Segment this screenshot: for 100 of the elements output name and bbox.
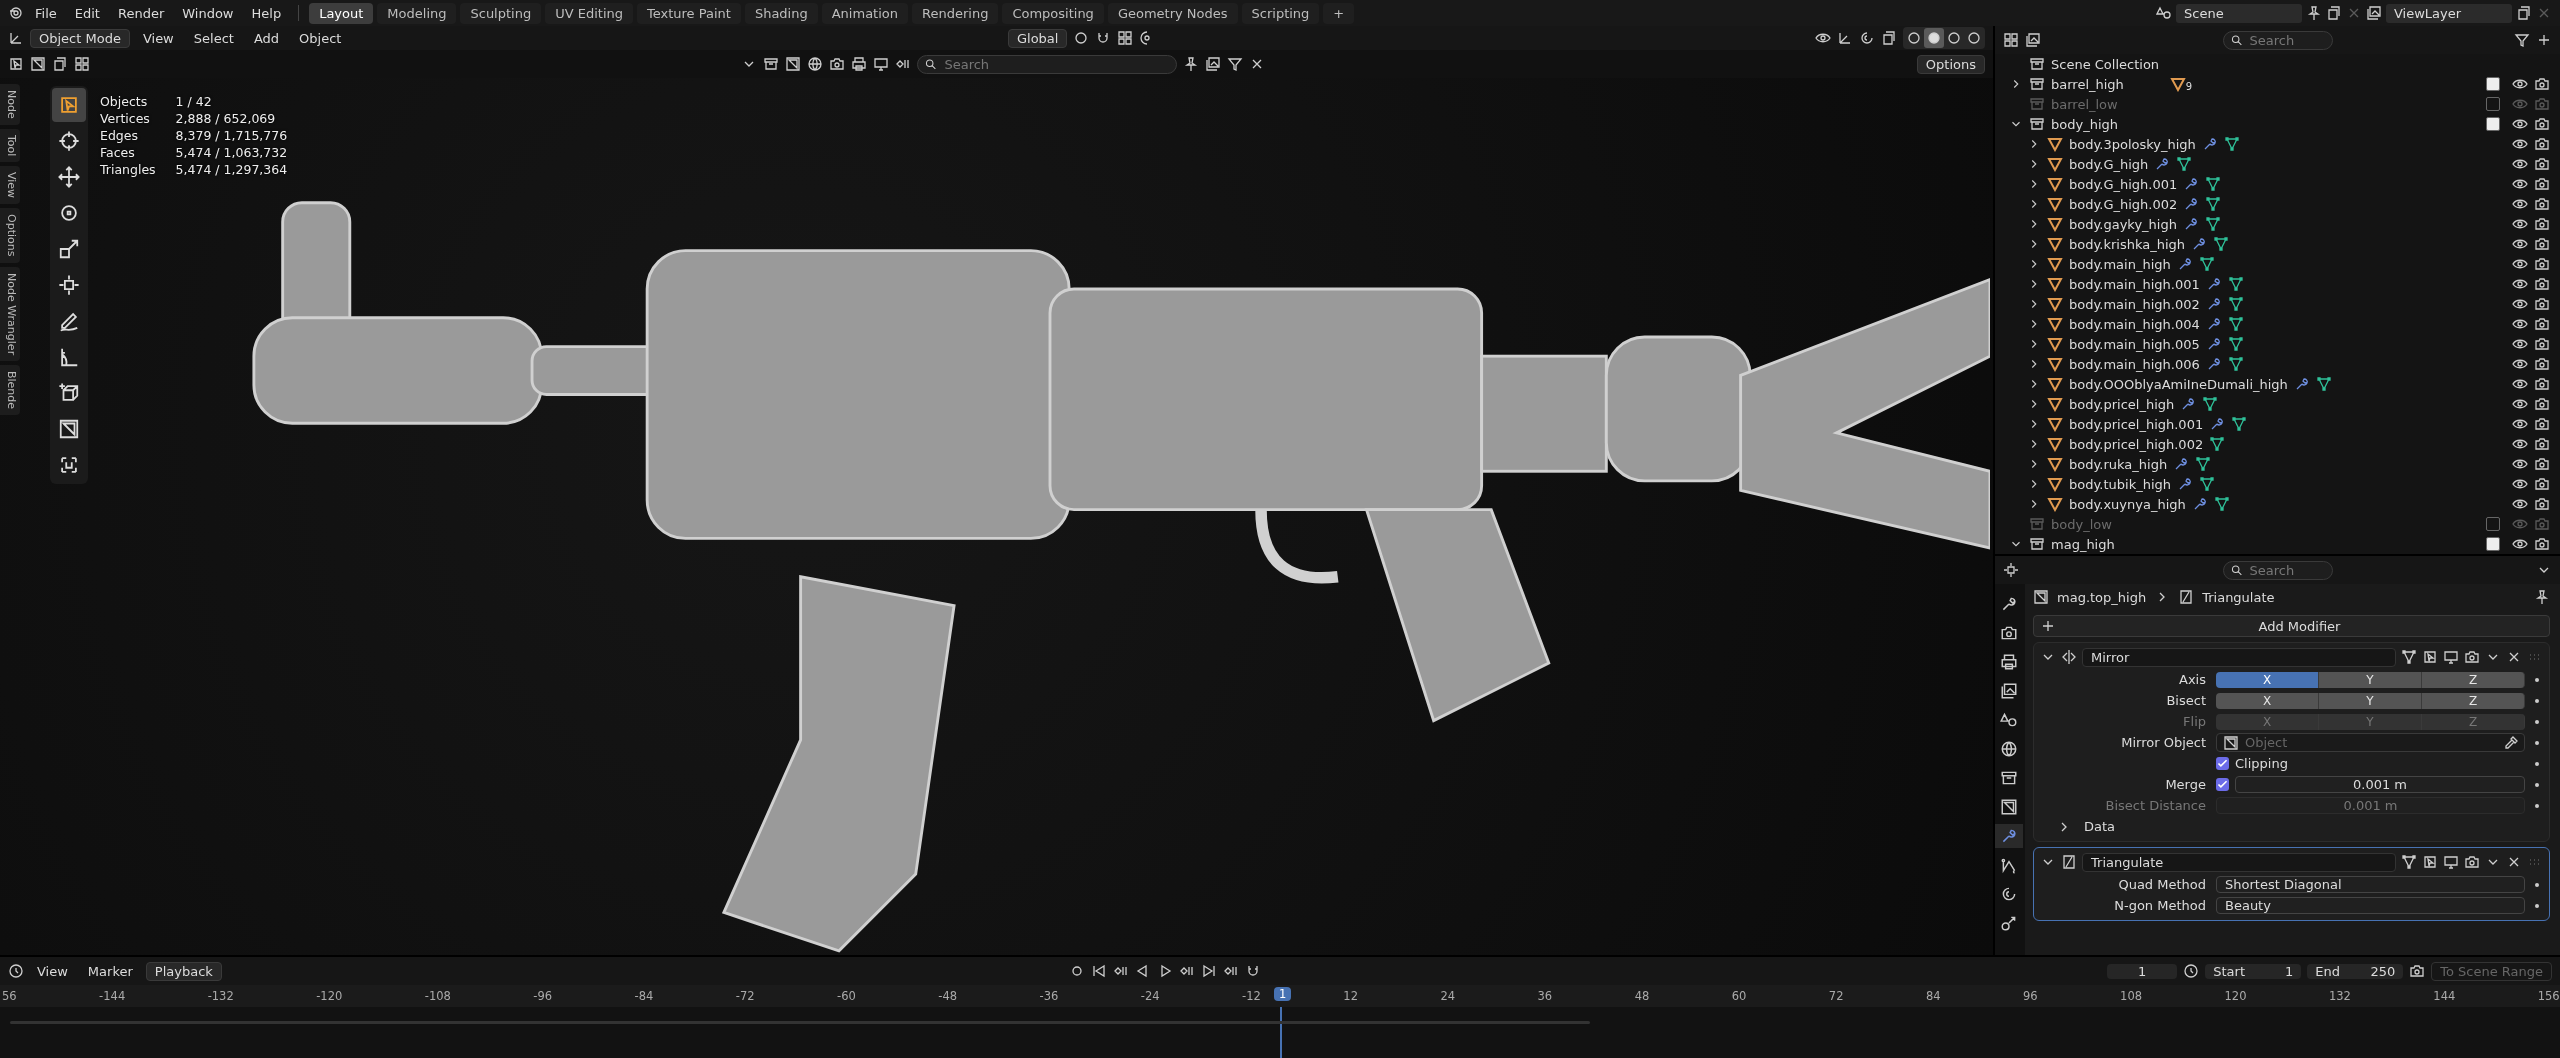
search-field[interactable]: Search bbox=[2222, 560, 2333, 580]
tree-item[interactable]: barrel_high bbox=[2051, 76, 2124, 92]
view-layer-icon[interactable] bbox=[2366, 5, 2382, 21]
camera-icon[interactable] bbox=[2534, 136, 2550, 152]
subpanel-title[interactable]: Data bbox=[2082, 819, 2116, 834]
workspace-tab[interactable]: Modeling bbox=[377, 2, 457, 24]
camera-icon[interactable] bbox=[2534, 256, 2550, 272]
tree-item[interactable]: body.main_high bbox=[2069, 256, 2171, 272]
playback-icon[interactable] bbox=[1090, 963, 1107, 979]
camera-icon[interactable] bbox=[2534, 196, 2550, 212]
object-field[interactable]: Object bbox=[2216, 733, 2525, 752]
clock-icon[interactable] bbox=[2183, 963, 2200, 979]
workspace-tab[interactable]: Animation bbox=[821, 2, 908, 24]
camera-icon[interactable] bbox=[2534, 496, 2550, 512]
add-workspace-button[interactable]: + bbox=[1323, 2, 1355, 24]
sidebar-tab[interactable]: Node bbox=[0, 84, 20, 125]
overlay-icon[interactable] bbox=[1859, 30, 1875, 46]
tree-item[interactable]: body_high bbox=[2051, 116, 2118, 132]
editor-type-icon[interactable] bbox=[2003, 562, 2019, 578]
mesh-data-icon[interactable] bbox=[2205, 176, 2222, 192]
menu-item[interactable]: Edit bbox=[67, 3, 107, 23]
search-field[interactable]: Search bbox=[2222, 30, 2333, 50]
mesh-data-icon[interactable] bbox=[2209, 436, 2226, 452]
filter-toggle-icon[interactable] bbox=[829, 56, 846, 72]
mesh-data-icon[interactable] bbox=[2202, 396, 2219, 412]
checkbox[interactable] bbox=[2216, 778, 2229, 791]
gizmo-icon[interactable] bbox=[1837, 30, 1853, 46]
filter-icon[interactable] bbox=[1227, 56, 1244, 72]
pivot-icon[interactable] bbox=[1073, 30, 1090, 46]
filter-toggle-icon[interactable] bbox=[873, 56, 890, 72]
number-field[interactable]: 0.001 m bbox=[2235, 776, 2525, 793]
checkbox[interactable] bbox=[2216, 757, 2229, 770]
start-frame-field[interactable]: Start 1 bbox=[2205, 963, 2302, 979]
tree-item[interactable]: body_low bbox=[2051, 516, 2112, 532]
camera-icon[interactable] bbox=[2534, 356, 2550, 372]
tree-item[interactable]: body.main_high.005 bbox=[2069, 336, 2200, 352]
camera-icon[interactable] bbox=[2534, 456, 2550, 472]
camera-icon[interactable] bbox=[2534, 316, 2550, 332]
scene-icon[interactable] bbox=[2156, 5, 2172, 21]
tree-item[interactable]: body.tubik_high bbox=[2069, 476, 2171, 492]
workspace-tab[interactable]: Texture Paint bbox=[637, 2, 741, 24]
workspace-tab[interactable]: UV Editing bbox=[545, 2, 633, 24]
camera-icon[interactable] bbox=[2534, 376, 2550, 392]
mesh-data-icon[interactable] bbox=[2223, 136, 2240, 152]
mesh-data-icon[interactable] bbox=[2199, 476, 2215, 492]
wrench-icon[interactable] bbox=[2180, 396, 2197, 412]
menu-item[interactable]: Window bbox=[175, 3, 241, 23]
camera-icon[interactable] bbox=[2464, 649, 2480, 665]
select-mode-icon[interactable] bbox=[74, 56, 90, 72]
camera-icon[interactable] bbox=[2534, 396, 2550, 412]
tree-item[interactable]: body.ruka_high bbox=[2069, 456, 2168, 472]
camera-icon[interactable] bbox=[2534, 176, 2550, 192]
axis-toggle[interactable]: Z bbox=[2422, 692, 2525, 709]
select-mode-icon[interactable] bbox=[30, 56, 46, 72]
editor-type-icon[interactable] bbox=[8, 963, 24, 979]
checkbox[interactable] bbox=[2486, 517, 2500, 531]
tree-item[interactable]: body.3polosky_high bbox=[2069, 136, 2196, 152]
mesh-data-icon[interactable] bbox=[2227, 316, 2244, 332]
camera-icon[interactable] bbox=[2534, 156, 2550, 172]
dropdown[interactable]: Beauty bbox=[2216, 897, 2525, 914]
menu-item[interactable]: Render bbox=[110, 3, 172, 23]
current-frame-field[interactable]: 1 bbox=[2107, 963, 2178, 979]
wrench-icon[interactable] bbox=[2177, 476, 2193, 492]
tree-item[interactable]: body.krishka_high bbox=[2069, 236, 2186, 252]
wrench-icon[interactable] bbox=[2183, 176, 2200, 192]
filter-toggle-icon[interactable] bbox=[785, 56, 802, 72]
camera-icon[interactable] bbox=[2534, 76, 2550, 92]
mesh-data-icon[interactable] bbox=[2227, 356, 2244, 372]
sidebar-tab[interactable]: Node Wrangler bbox=[0, 266, 20, 361]
tree-item[interactable]: body.main_high.006 bbox=[2069, 356, 2200, 372]
tree-item[interactable]: body.main_high.004 bbox=[2069, 316, 2200, 332]
checkbox[interactable] bbox=[2486, 537, 2500, 551]
tree-item[interactable]: body.G_high.001 bbox=[2069, 176, 2178, 192]
workspace-tab[interactable]: Sculpting bbox=[460, 2, 542, 24]
modifier-icon[interactable] bbox=[1995, 824, 2023, 848]
filter-toggle-icon[interactable] bbox=[807, 56, 824, 72]
tree-item[interactable]: barrel_low bbox=[2051, 96, 2118, 112]
select-mode-icon[interactable] bbox=[8, 56, 24, 72]
tree-item[interactable]: body.OOOblyaAmiIneDumali_high bbox=[2069, 376, 2288, 392]
scene-field[interactable]: Scene bbox=[2176, 3, 2302, 23]
workspace-tab[interactable]: Layout bbox=[309, 2, 374, 24]
mesh-data-icon[interactable] bbox=[2227, 296, 2244, 312]
filter-icon[interactable] bbox=[2514, 32, 2530, 48]
axis-toggle[interactable]: Z bbox=[2422, 671, 2525, 688]
modifier-name-field[interactable]: Triangulate bbox=[2082, 852, 2396, 872]
xray-icon[interactable] bbox=[1881, 30, 1897, 46]
tree-item[interactable]: body.gayky_high bbox=[2069, 216, 2177, 232]
playback-dropdown[interactable]: Playback bbox=[145, 961, 222, 981]
axis-toggle[interactable]: X bbox=[2216, 671, 2319, 688]
menu-item[interactable]: File bbox=[28, 3, 64, 23]
monitor-icon[interactable] bbox=[2443, 649, 2459, 665]
camera-icon[interactable] bbox=[2534, 116, 2550, 132]
wrench-icon[interactable] bbox=[2154, 156, 2171, 172]
tree-item[interactable]: body.xuynya_high bbox=[2069, 496, 2186, 512]
tree-item[interactable]: body.pricel_high bbox=[2069, 396, 2175, 412]
sidebar-tab[interactable]: Tool bbox=[0, 128, 20, 163]
axis-toggle[interactable]: Y bbox=[2319, 671, 2422, 688]
mesh-data-icon[interactable] bbox=[2213, 236, 2230, 252]
camera-icon[interactable] bbox=[2534, 436, 2550, 452]
camera-icon[interactable] bbox=[2534, 276, 2550, 292]
